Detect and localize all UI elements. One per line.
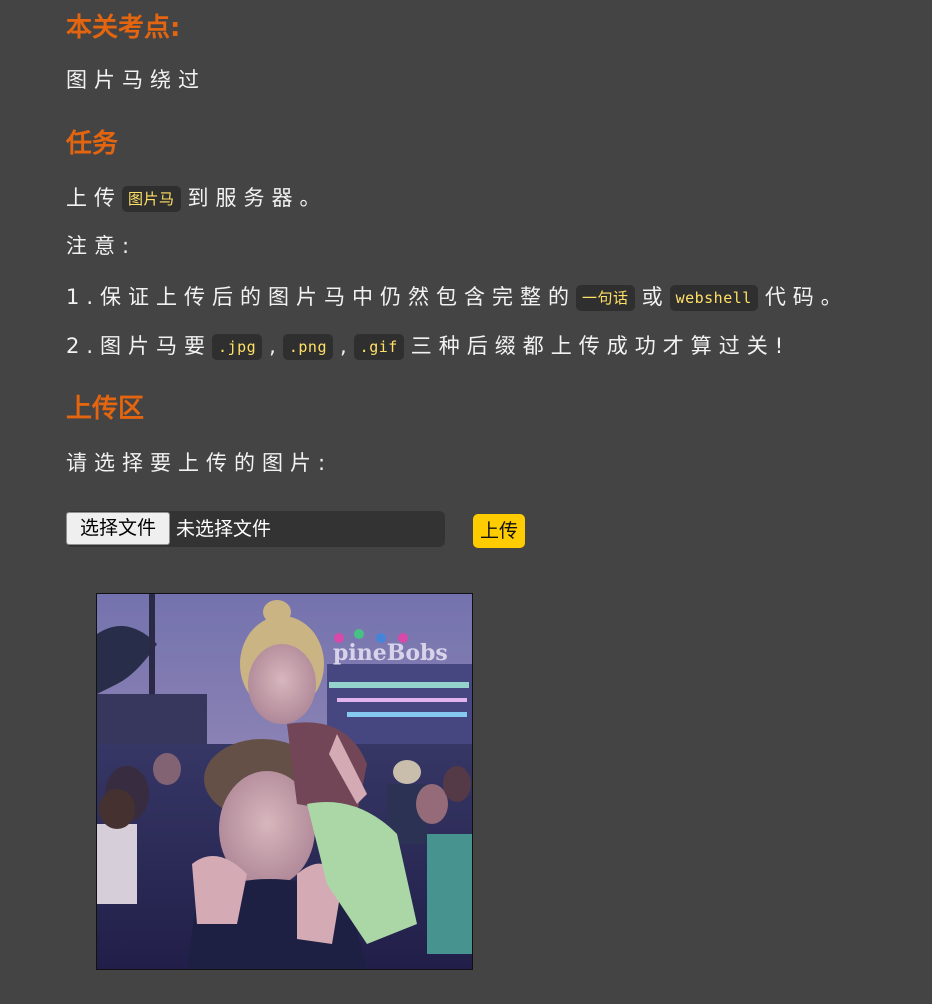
checkpoint-text: 图片马绕过 bbox=[66, 68, 206, 92]
code-one-liner: 一句话 bbox=[576, 285, 635, 311]
uploaded-image-preview: pineBobs bbox=[96, 593, 473, 970]
task-item-1: 1.保证上传后的图片马中仍然包含完整的 一句话或 webshell 代码。 bbox=[66, 282, 849, 312]
task-line-1-before: 上传 bbox=[66, 186, 122, 210]
note-label: 注意: bbox=[66, 234, 137, 258]
upload-prompt: 请选择要上传的图片: bbox=[66, 451, 333, 475]
preview-photo: pineBobs bbox=[97, 594, 472, 969]
task-heading: 任务 bbox=[66, 129, 119, 159]
code-image-horse: 图片马 bbox=[122, 186, 181, 212]
upload-heading: 上传区 bbox=[66, 394, 145, 424]
task-line-1: 上传 图片马 到服务器。 bbox=[66, 183, 328, 213]
file-input[interactable]: 选择文件 未选择文件 bbox=[66, 511, 445, 547]
code-png: .png bbox=[282, 334, 333, 360]
task-item-2-before: 2.图片马要 bbox=[66, 334, 213, 358]
code-jpg: .jpg bbox=[212, 334, 263, 360]
upload-submit-button[interactable]: 上传 bbox=[473, 514, 525, 548]
task-line-1-after: 到服务器。 bbox=[187, 186, 328, 210]
code-webshell: webshell bbox=[669, 285, 758, 311]
task-item-2-after: 三种后缀都上传成功才算过关! bbox=[410, 334, 791, 358]
task-item-1-mid: 或 bbox=[641, 285, 670, 309]
checkpoint-heading: 本关考点: bbox=[66, 13, 181, 43]
file-status-text: 未选择文件 bbox=[176, 518, 272, 540]
task-item-2-sep-2: , bbox=[339, 334, 354, 358]
task-item-2: 2.图片马要 .jpg, .png, .gif 三种后缀都上传成功才算过关! bbox=[66, 331, 790, 361]
code-gif: .gif bbox=[353, 334, 404, 360]
choose-file-button[interactable]: 选择文件 bbox=[66, 512, 170, 545]
task-item-1-after: 代码。 bbox=[764, 285, 849, 309]
upload-form: 选择文件 未选择文件 上传 bbox=[66, 511, 536, 548]
task-item-1-before: 1.保证上传后的图片马中仍然包含完整的 bbox=[66, 285, 577, 309]
task-item-2-sep-1: , bbox=[269, 334, 283, 358]
